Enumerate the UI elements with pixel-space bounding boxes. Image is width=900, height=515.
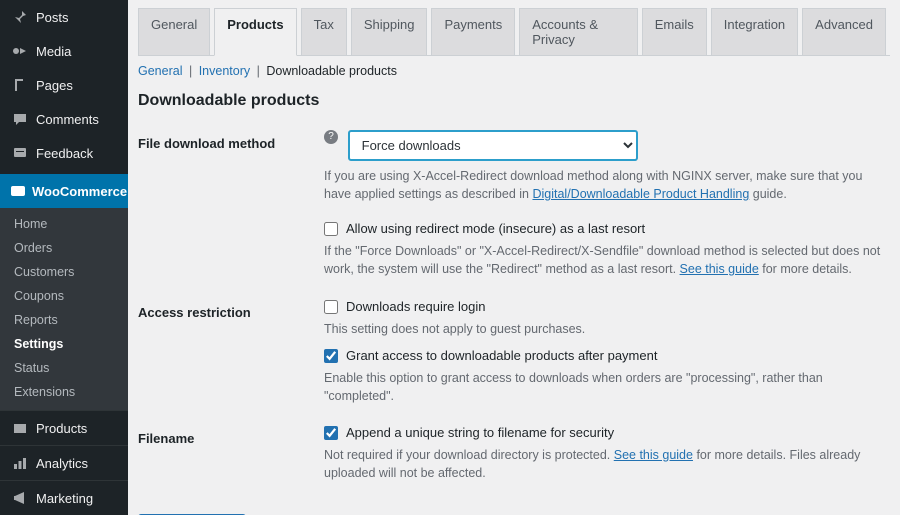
grant-access-desc: Enable this option to grant access to do… [324,369,890,405]
comment-icon [10,109,30,129]
subnav: General | Inventory | Downloadable produ… [138,56,890,82]
pin-icon [10,7,30,27]
sidebar-item-label: WooCommerce [32,184,127,199]
sidebar-item-woocommerce[interactable]: WooCommerce [0,174,128,208]
sidebar-item-label: Analytics [36,456,88,471]
link-redirect-guide[interactable]: See this guide [680,262,759,276]
allow-redirect-checkbox[interactable] [324,222,338,236]
section-title: Downloadable products [138,92,890,110]
submenu-settings[interactable]: Settings [0,332,128,356]
require-login-checkbox[interactable] [324,300,338,314]
subnav-inventory[interactable]: Inventory [199,64,250,78]
append-string-label[interactable]: Append a unique string to filename for s… [324,425,890,440]
row-label-access: Access restriction [138,293,324,419]
require-login-label[interactable]: Downloads require login [324,299,890,314]
tab-payments[interactable]: Payments [431,8,515,55]
submenu-reports[interactable]: Reports [0,308,128,332]
sidebar-item-analytics[interactable]: Analytics [0,445,128,480]
tab-products[interactable]: Products [214,8,296,56]
sidebar-item-pages[interactable]: Pages [0,68,128,102]
file-download-method-select[interactable]: Force downloads [348,130,638,161]
allow-redirect-desc: If the "Force Downloads" or "X-Accel-Red… [324,242,890,278]
tab-shipping[interactable]: Shipping [351,8,428,55]
submenu-extensions[interactable]: Extensions [0,380,128,404]
submenu-orders[interactable]: Orders [0,236,128,260]
tab-advanced[interactable]: Advanced [802,8,886,55]
submenu-home[interactable]: Home [0,212,128,236]
media-icon [10,41,30,61]
admin-sidebar: Posts Media Pages Comments Feedback WooComme… [0,0,128,515]
sidebar-item-marketing[interactable]: Marketing [0,480,128,515]
tab-tax[interactable]: Tax [301,8,347,55]
grant-access-checkbox[interactable] [324,349,338,363]
help-icon[interactable]: ? [324,130,338,144]
tab-accounts-privacy[interactable]: Accounts & Privacy [519,8,637,55]
tab-integration[interactable]: Integration [711,8,798,55]
sidebar-item-products[interactable]: Products [0,410,128,445]
link-filename-guide[interactable]: See this guide [614,448,693,462]
grant-access-label[interactable]: Grant access to downloadable products af… [324,348,890,363]
woocommerce-icon [10,181,26,201]
settings-tabs: GeneralProductsTaxShippingPaymentsAccoun… [138,8,890,56]
tab-emails[interactable]: Emails [642,8,707,55]
submenu-coupons[interactable]: Coupons [0,284,128,308]
sidebar-item-label: Posts [36,10,69,25]
woocommerce-submenu: HomeOrdersCustomersCouponsReportsSetting… [0,208,128,410]
append-string-checkbox[interactable] [324,426,338,440]
sidebar-item-posts[interactable]: Posts [0,0,128,34]
page-icon [10,75,30,95]
allow-redirect-label[interactable]: Allow using redirect mode (insecure) as … [324,221,890,236]
sidebar-item-label: Products [36,421,87,436]
submenu-customers[interactable]: Customers [0,260,128,284]
sidebar-item-comments[interactable]: Comments [0,102,128,136]
link-handling-guide[interactable]: Digital/Downloadable Product Handling [532,187,749,201]
sidebar-item-label: Pages [36,78,73,93]
sidebar-item-media[interactable]: Media [0,34,128,68]
sidebar-item-label: Comments [36,112,99,127]
settings-form: File download method ? Force downloads I… [138,124,890,496]
sidebar-item-label: Feedback [36,146,93,161]
sidebar-item-label: Media [36,44,71,59]
sidebar-item-feedback[interactable]: Feedback [0,136,128,170]
marketing-icon [10,488,30,508]
products-icon [10,418,30,438]
method-description: If you are using X-Accel-Redirect downlo… [324,167,890,203]
analytics-icon [10,453,30,473]
row-label-filename: Filename [138,419,324,496]
sidebar-item-label: Marketing [36,491,93,506]
subnav-general[interactable]: General [138,64,182,78]
submenu-status[interactable]: Status [0,356,128,380]
main-content: GeneralProductsTaxShippingPaymentsAccoun… [128,0,900,515]
tab-general[interactable]: General [138,8,210,55]
subnav-downloadable: Downloadable products [266,64,397,78]
require-login-desc: This setting does not apply to guest pur… [324,320,890,338]
filename-desc: Not required if your download directory … [324,446,890,482]
row-label-method: File download method [138,124,324,293]
feedback-icon [10,143,30,163]
